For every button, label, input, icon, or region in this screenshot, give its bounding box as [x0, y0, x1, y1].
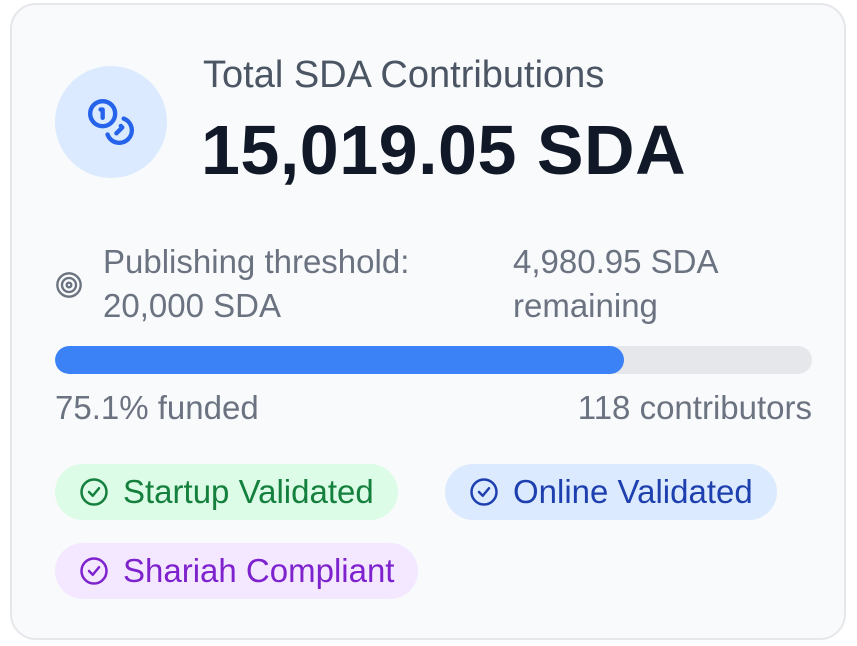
- total-amount: 15,019.05 SDA: [201, 111, 687, 189]
- funding-progress-bar: [55, 346, 812, 374]
- remaining-amount: 4,980.95 SDA remaining: [513, 243, 717, 324]
- check-circle-icon: [470, 478, 498, 506]
- funded-percent: 75.1% funded: [55, 389, 259, 426]
- badge-shariah-compliant: Shariah Compliant: [55, 543, 419, 599]
- summary-title: Total SDA Contributions: [203, 54, 605, 96]
- publishing-threshold: Publishing threshold: 20,000 SDA: [103, 243, 410, 324]
- badge-label: Shariah Compliant: [123, 552, 395, 589]
- coins-icon: [87, 98, 134, 145]
- badge-label: Startup Validated: [123, 473, 374, 510]
- badge-startup-validated: Startup Validated: [55, 464, 398, 520]
- target-icon: [56, 272, 82, 298]
- coins-icon-badge: [55, 66, 167, 178]
- badge-label: Online Validated: [513, 473, 753, 510]
- funding-progress-fill: [55, 346, 624, 374]
- contributors-count: 118 contributors: [577, 389, 812, 426]
- badge-online-validated: Online Validated: [445, 464, 777, 520]
- check-circle-icon: [80, 478, 108, 506]
- check-circle-icon: [80, 557, 108, 585]
